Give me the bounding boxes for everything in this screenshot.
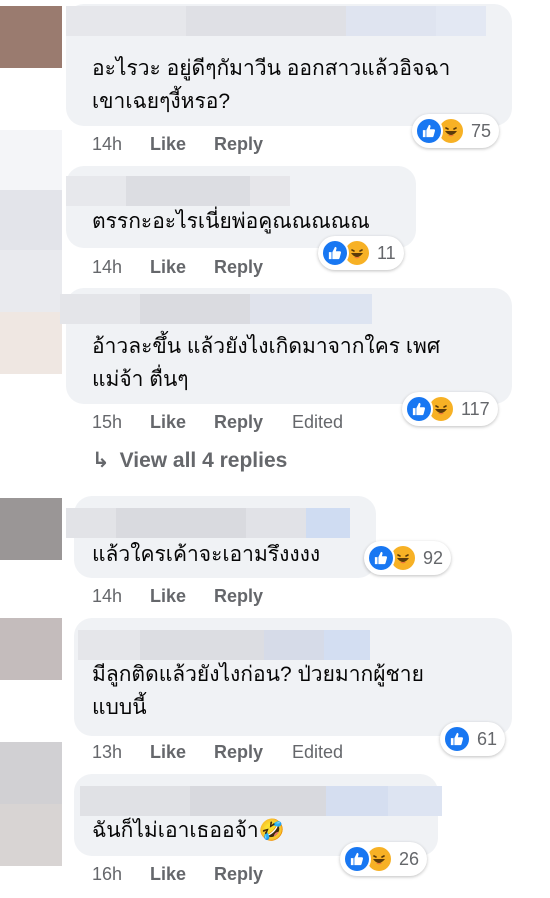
reaction-count: 11 [377,242,396,263]
timestamp[interactable]: 14h [92,132,150,156]
reaction-summary[interactable]: 61 [440,722,506,756]
reaction-summary[interactable]: 11 [318,236,404,270]
like-icon [405,395,433,423]
avatar[interactable] [0,6,62,68]
reaction-count: 75 [471,120,492,141]
comment-text: ฉันก็ไม่เอาเธออจ้า🤣 [92,819,285,842]
avatar[interactable] [0,190,62,252]
like-button[interactable]: Like [150,862,214,886]
comment-text: มีลูกติดแล้วยังไงก่อน? ป่วยมากผู้ชาย แบบ… [92,663,424,719]
reaction-count: 92 [423,547,444,568]
comment-text: แล้วใครเค้าจะเอามรึงงงง [92,543,321,566]
reply-button[interactable]: Reply [214,584,292,608]
edited-label[interactable]: Edited [292,410,343,434]
like-button[interactable]: Like [150,410,214,434]
reply-button[interactable]: Reply [214,740,292,764]
comment-meta: 16h Like Reply [92,862,292,886]
reaction-summary[interactable]: 92 [364,541,452,575]
author-name-blurred[interactable] [60,294,372,324]
comment-meta: 14h Like Reply [92,255,292,279]
reply-button[interactable]: Reply [214,255,292,279]
edited-label[interactable]: Edited [292,740,343,764]
reaction-count: 61 [477,728,498,749]
avatar[interactable] [0,618,62,680]
like-button[interactable]: Like [150,740,214,764]
avatar[interactable] [0,742,62,804]
like-icon [343,845,371,873]
comment-text: ตรรกะอะไรเนี่ยพ่อคูณณณณณ [92,210,370,233]
avatar[interactable] [0,312,62,374]
view-replies-link[interactable]: ↳ View all 4 replies [92,448,287,473]
timestamp[interactable]: 15h [92,410,150,434]
reaction-count: 26 [399,848,420,869]
reply-button[interactable]: Reply [214,862,292,886]
timestamp[interactable]: 14h [92,584,150,608]
author-name-blurred[interactable] [66,176,290,206]
like-button[interactable]: Like [150,584,214,608]
comment-meta: 15h Like Reply Edited [92,410,343,434]
reaction-summary[interactable]: 75 [412,114,500,148]
author-name-blurred[interactable] [66,6,486,36]
timestamp[interactable]: 14h [92,255,150,279]
avatar[interactable] [0,804,62,866]
avatar[interactable] [0,250,62,312]
reply-arrow-icon: ↳ [92,449,110,472]
comment-meta: 14h Like Reply [92,584,292,608]
like-icon [321,239,349,267]
reaction-count: 117 [461,398,490,419]
author-name-blurred[interactable] [66,508,350,538]
like-button[interactable]: Like [150,255,214,279]
like-icon [443,725,471,753]
reaction-summary[interactable]: 117 [402,392,498,426]
author-name-blurred[interactable] [78,630,370,660]
author-name-blurred[interactable] [80,786,442,816]
timestamp[interactable]: 13h [92,740,150,764]
like-button[interactable]: Like [150,132,214,156]
reply-button[interactable]: Reply [214,410,292,434]
comment-text: อ้าวละขึ้น แล้วยังไงเกิดมาจากใคร เพศ แม่… [92,335,441,391]
reply-button[interactable]: Reply [214,132,292,156]
reaction-summary[interactable]: 26 [340,842,428,876]
avatar[interactable] [0,498,62,560]
like-icon [367,544,395,572]
comment-meta: 14h Like Reply [92,132,292,156]
timestamp[interactable]: 16h [92,862,150,886]
like-icon [415,117,443,145]
comment-meta: 13h Like Reply Edited [92,740,343,764]
avatar[interactable] [0,130,62,192]
comment-text: อะไรวะ อยู่ดีๆกัมาวีน ออกสาวแล้วอิจฉา เข… [92,57,451,113]
view-replies-label: View all 4 replies [119,449,288,472]
